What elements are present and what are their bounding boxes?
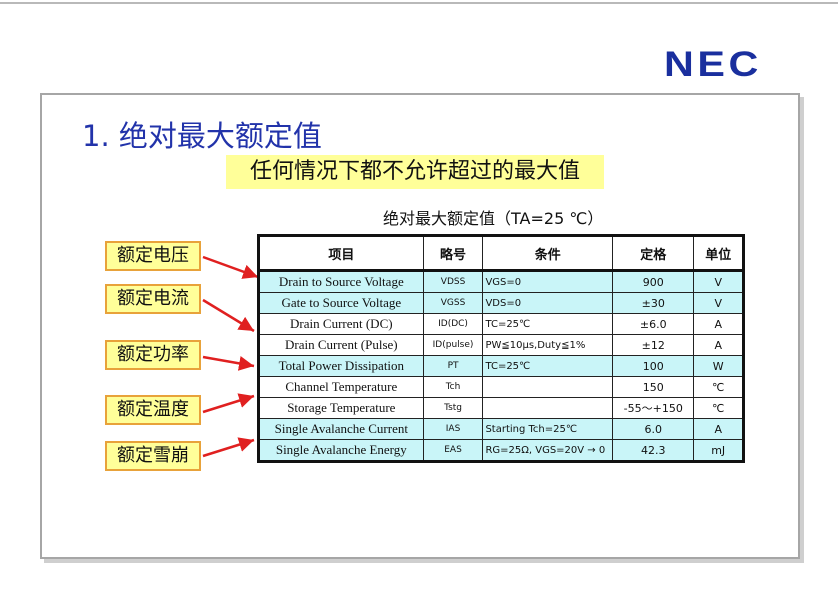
cell-condition: VDS=0 [482, 292, 614, 314]
cell-param: Total Power Dissipation [258, 355, 424, 377]
cell-unit: V [693, 292, 744, 314]
cell-rating: ±6.0 [612, 313, 695, 335]
cell-condition: TC=25℃ [482, 355, 614, 377]
table-row: Drain Current (Pulse) ID(pulse) PW≦10μs,… [258, 334, 744, 356]
rating-table: 项目 略号 条件 定格 单位 Drain to Source Voltage V… [257, 234, 745, 463]
cell-symbol: Tch [422, 376, 484, 398]
cell-param: Storage Temperature [258, 397, 424, 419]
cell-symbol: VDSS [422, 270, 484, 293]
cell-param: Gate to Source Voltage [258, 292, 424, 314]
cell-symbol: EAS [422, 439, 484, 462]
arrow-current [202, 298, 255, 333]
cell-rating: 42.3 [612, 439, 695, 462]
cell-unit: W [693, 355, 744, 377]
cell-rating: ±12 [612, 334, 695, 356]
cell-rating: 6.0 [612, 418, 695, 440]
cell-symbol: VGSS [422, 292, 484, 314]
table-row: Channel Temperature Tch 150 ℃ [258, 376, 744, 398]
header-item: 项目 [258, 235, 424, 272]
table-row: Drain to Source Voltage VDSS VGS=0 900 V [258, 270, 744, 293]
cell-unit: A [693, 334, 744, 356]
table-row: Drain Current (DC) ID(DC) TC=25℃ ±6.0 A [258, 313, 744, 335]
header-unit: 单位 [693, 235, 744, 272]
cell-condition: PW≦10μs,Duty≦1% [482, 334, 614, 356]
cell-param: Single Avalanche Current [258, 418, 424, 440]
cell-condition: Starting Tch=25℃ [482, 418, 614, 440]
cell-condition: VGS=0 [482, 270, 614, 293]
cell-unit: ℃ [693, 397, 744, 419]
table-row: Total Power Dissipation PT TC=25℃ 100 W [258, 355, 744, 377]
cell-symbol: Tstg [422, 397, 484, 419]
cell-rating: 150 [612, 376, 695, 398]
cell-symbol: PT [422, 355, 484, 377]
cell-unit: V [693, 270, 744, 293]
cell-symbol: ID(DC) [422, 313, 484, 335]
cell-param: Single Avalanche Energy [258, 439, 424, 462]
cell-param: Drain to Source Voltage [258, 270, 424, 293]
cell-condition [482, 397, 614, 419]
table-row: Single Avalanche Current IAS Starting Tc… [258, 418, 744, 440]
cell-condition: RG=25Ω, VGS=20V → 0 [482, 439, 614, 462]
header-symbol: 略号 [422, 235, 484, 272]
arrow-power [202, 355, 255, 371]
cell-symbol: ID(pulse) [422, 334, 484, 356]
table-row: Storage Temperature Tstg -55～+150 ℃ [258, 397, 744, 419]
cell-condition [482, 376, 614, 398]
cell-unit: A [693, 313, 744, 335]
cell-unit: mJ [693, 439, 744, 462]
cell-param: Drain Current (Pulse) [258, 334, 424, 356]
cell-rating: 100 [612, 355, 695, 377]
cell-param: Drain Current (DC) [258, 313, 424, 335]
header-rating: 定格 [612, 235, 695, 272]
cell-unit: A [693, 418, 744, 440]
cell-symbol: IAS [422, 418, 484, 440]
arrow-temperature [202, 393, 255, 414]
arrow-voltage [202, 255, 259, 279]
cell-param: Channel Temperature [258, 376, 424, 398]
cell-condition: TC=25℃ [482, 313, 614, 335]
table-header-row: 项目 略号 条件 定格 单位 [258, 235, 744, 272]
cell-unit: ℃ [693, 376, 744, 398]
header-condition: 条件 [482, 235, 614, 272]
table-row: Single Avalanche Energy EAS RG=25Ω, VGS=… [258, 439, 744, 462]
table-row: Gate to Source Voltage VGSS VDS=0 ±30 V [258, 292, 744, 314]
cell-rating: 900 [612, 270, 695, 293]
arrow-avalanche [202, 437, 255, 458]
cell-rating: -55～+150 [612, 397, 695, 419]
cell-rating: ±30 [612, 292, 695, 314]
